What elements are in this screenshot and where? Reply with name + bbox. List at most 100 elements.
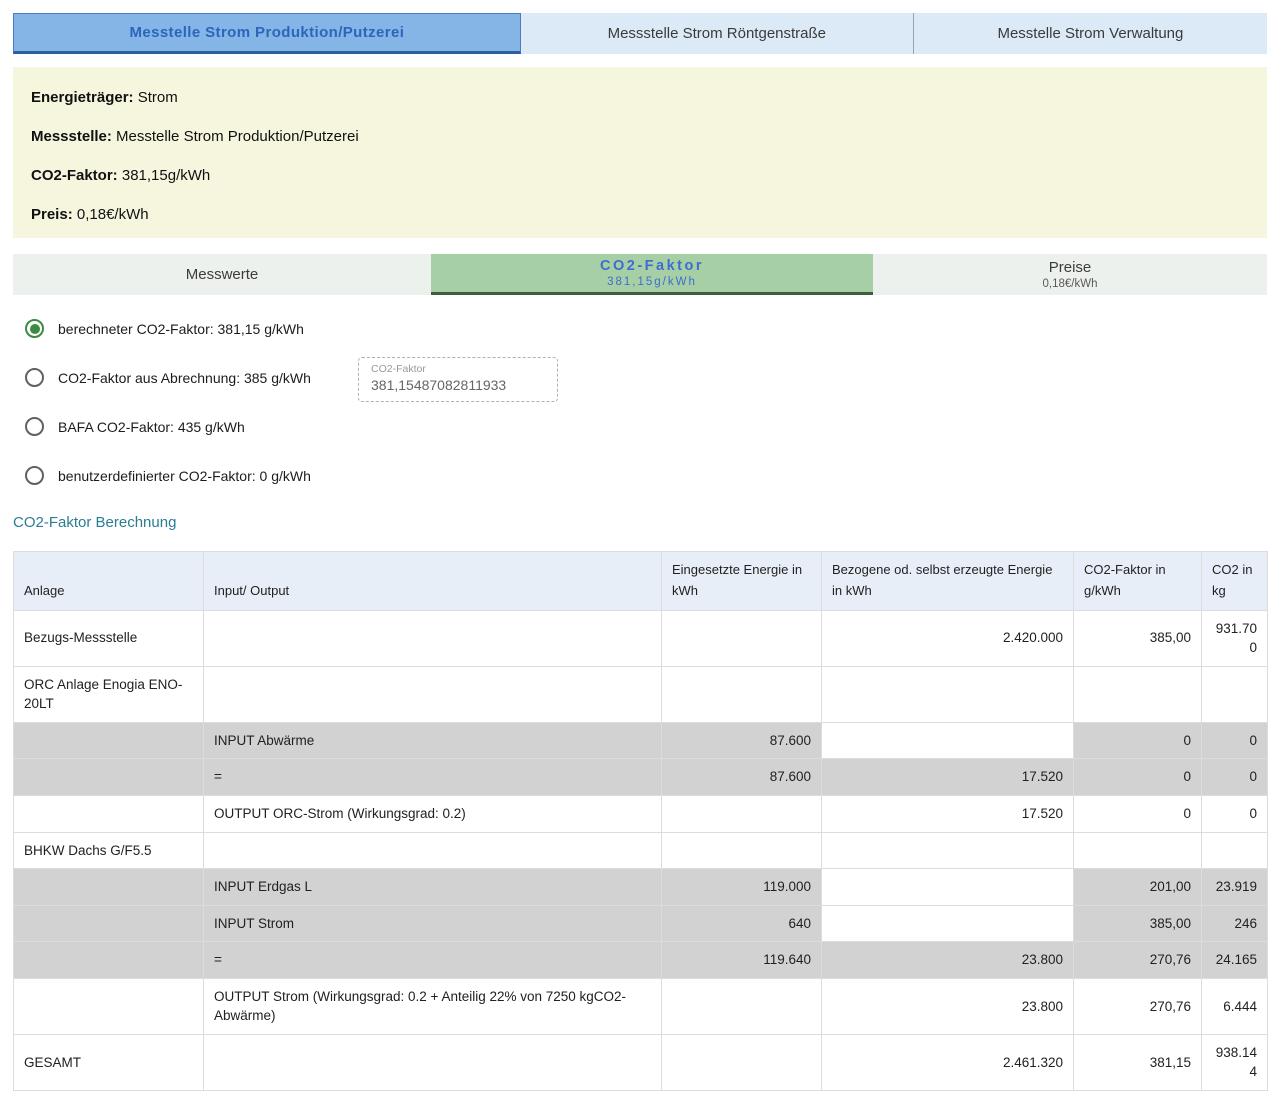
cell-bezogen: [822, 832, 1074, 869]
cell-anlage: [14, 795, 204, 832]
cell-bezogen: [822, 905, 1074, 942]
cell-io: INPUT Erdgas L: [204, 869, 662, 906]
cell-eingesetzt: [662, 1034, 822, 1090]
cell-bezogen: 2.420.000: [822, 610, 1074, 666]
cell-eingesetzt: [662, 832, 822, 869]
cell-bezogen: [822, 722, 1074, 759]
table-row: = 119.640 23.800 270,76 24.165: [14, 942, 1268, 979]
page: Messtelle Strom Produktion/Putzerei Mess…: [0, 0, 1280, 1100]
radio-benutzerdefiniert-label: benutzerdefinierter CO2-Faktor: 0 g/kWh: [58, 468, 311, 484]
info-value-messstelle: Messtelle Strom Produktion/Putzerei: [116, 128, 359, 145]
cell-bezogen: 17.520: [822, 795, 1074, 832]
cell-faktor: 0: [1074, 759, 1202, 796]
table-header-row: Anlage Input/ Output Eingesetzte Energie…: [14, 552, 1268, 611]
radio-berechneter-co2-faktor[interactable]: berechneter CO2-Faktor: 381,15 g/kWh: [13, 304, 304, 353]
cell-anlage: [14, 942, 204, 979]
info-value-preis: 0,18€/kWh: [77, 206, 149, 223]
cell-faktor: 270,76: [1074, 978, 1202, 1034]
radio-unselected-icon: [25, 368, 44, 387]
cell-co2: 931.700: [1202, 610, 1268, 666]
cell-faktor: 385,00: [1074, 610, 1202, 666]
cell-faktor: 201,00: [1074, 869, 1202, 906]
cell-bezogen: [822, 869, 1074, 906]
cell-bezogen: 17.520: [822, 759, 1074, 796]
cell-faktor: 270,76: [1074, 942, 1202, 979]
cell-eingesetzt: [662, 795, 822, 832]
col-header-co2-faktor: CO2-Faktor in g/kWh: [1074, 552, 1202, 611]
detail-tab-bar: Messwerte CO2-Faktor 381,15g/kWh Preise …: [13, 254, 1267, 295]
radio-selected-icon: [25, 319, 44, 338]
info-row-preis: Preis: 0,18€/kWh: [31, 206, 1249, 223]
cell-eingesetzt: 640: [662, 905, 822, 942]
tab-preise-label: Preise: [1049, 259, 1092, 276]
tab-messtelle-strom-verwaltung[interactable]: Messtelle Strom Verwaltung: [913, 13, 1267, 54]
tab-messwerte[interactable]: Messwerte: [13, 254, 431, 295]
cell-eingesetzt: 87.600: [662, 759, 822, 796]
tab-co2-faktor[interactable]: CO2-Faktor 381,15g/kWh: [431, 254, 873, 295]
cell-co2: 23.919: [1202, 869, 1268, 906]
radio-benutzerdefinierter-co2-faktor[interactable]: benutzerdefinierter CO2-Faktor: 0 g/kWh: [13, 451, 311, 500]
table-row: INPUT Erdgas L 119.000 201,00 23.919: [14, 869, 1268, 906]
cell-io: [204, 610, 662, 666]
co2-faktor-options: berechneter CO2-Faktor: 381,15 g/kWh CO2…: [13, 295, 1267, 502]
cell-io: INPUT Strom: [204, 905, 662, 942]
cell-anlage: ORC Anlage Enogia ENO-20LT: [14, 666, 204, 722]
messstelle-tab-bar: Messtelle Strom Produktion/Putzerei Mess…: [13, 13, 1267, 54]
table-row: BHKW Dachs G/F5.5: [14, 832, 1268, 869]
cell-faktor: 381,15: [1074, 1034, 1202, 1090]
cell-io: [204, 1034, 662, 1090]
cell-eingesetzt: [662, 978, 822, 1034]
cell-anlage: BHKW Dachs G/F5.5: [14, 832, 204, 869]
cell-faktor: [1074, 666, 1202, 722]
cell-co2: [1202, 666, 1268, 722]
cell-anlage: [14, 759, 204, 796]
radio-unselected-icon: [25, 466, 44, 485]
info-label-preis: Preis:: [31, 206, 73, 223]
info-value-energietraeger: Strom: [138, 89, 178, 106]
radio-co2-faktor-aus-abrechnung[interactable]: CO2-Faktor aus Abrechnung: 385 g/kWh: [13, 353, 311, 402]
table-row: = 87.600 17.520 0 0: [14, 759, 1268, 796]
cell-co2: 0: [1202, 759, 1268, 796]
cell-anlage: [14, 722, 204, 759]
tab-messtelle-strom-produktion-putzerei[interactable]: Messtelle Strom Produktion/Putzerei: [13, 13, 521, 54]
info-label-energietraeger: Energieträger:: [31, 89, 134, 106]
cell-faktor: [1074, 832, 1202, 869]
col-header-input-output: Input/ Output: [204, 552, 662, 611]
cell-io: [204, 666, 662, 722]
cell-eingesetzt: 87.600: [662, 722, 822, 759]
cell-faktor: 0: [1074, 722, 1202, 759]
cell-co2: [1202, 832, 1268, 869]
cell-io: OUTPUT Strom (Wirkungsgrad: 0.2 + Anteil…: [204, 978, 662, 1034]
info-row-co2-faktor: CO2-Faktor: 381,15g/kWh: [31, 167, 1249, 184]
cell-bezogen: 2.461.320: [822, 1034, 1074, 1090]
cell-bezogen: [822, 666, 1074, 722]
info-row-energietraeger: Energieträger: Strom: [31, 89, 1249, 106]
info-label-co2-faktor: CO2-Faktor:: [31, 167, 118, 184]
tab-messstelle-strom-roentgenstrasse[interactable]: Messstelle Strom Röntgenstraße: [521, 13, 913, 54]
table-row: OUTPUT ORC-Strom (Wirkungsgrad: 0.2) 17.…: [14, 795, 1268, 832]
cell-co2: 0: [1202, 722, 1268, 759]
cell-eingesetzt: 119.000: [662, 869, 822, 906]
cell-anlage: [14, 869, 204, 906]
co2-faktor-input[interactable]: CO2-Faktor 381,15487082811933: [358, 357, 558, 402]
radio-abrechnung-label: CO2-Faktor aus Abrechnung: 385 g/kWh: [58, 370, 311, 386]
cell-io: [204, 832, 662, 869]
col-header-anlage: Anlage: [14, 552, 204, 611]
cell-co2: 24.165: [1202, 942, 1268, 979]
radio-berechneter-label: berechneter CO2-Faktor: 381,15 g/kWh: [58, 321, 304, 337]
co2-faktor-berechnung-link[interactable]: CO2-Faktor Berechnung: [13, 514, 176, 531]
tab-co2-faktor-sublabel: 381,15g/kWh: [607, 276, 697, 288]
tab-preise[interactable]: Preise 0,18€/kWh: [873, 254, 1267, 295]
col-header-eingesetzte-energie: Eingesetzte Energie in kWh: [662, 552, 822, 611]
cell-bezogen: 23.800: [822, 942, 1074, 979]
cell-anlage: Bezugs-Messstelle: [14, 610, 204, 666]
cell-eingesetzt: [662, 610, 822, 666]
cell-co2: 6.444: [1202, 978, 1268, 1034]
cell-anlage: [14, 978, 204, 1034]
tab-co2-faktor-label: CO2-Faktor: [600, 258, 704, 274]
info-row-messstelle: Messstelle: Messtelle Strom Produktion/P…: [31, 128, 1249, 145]
table-row: OUTPUT Strom (Wirkungsgrad: 0.2 + Anteil…: [14, 978, 1268, 1034]
radio-bafa-label: BAFA CO2-Faktor: 435 g/kWh: [58, 419, 245, 435]
table-row: Bezugs-Messstelle 2.420.000 385,00 931.7…: [14, 610, 1268, 666]
radio-bafa-co2-faktor[interactable]: BAFA CO2-Faktor: 435 g/kWh: [13, 402, 245, 451]
